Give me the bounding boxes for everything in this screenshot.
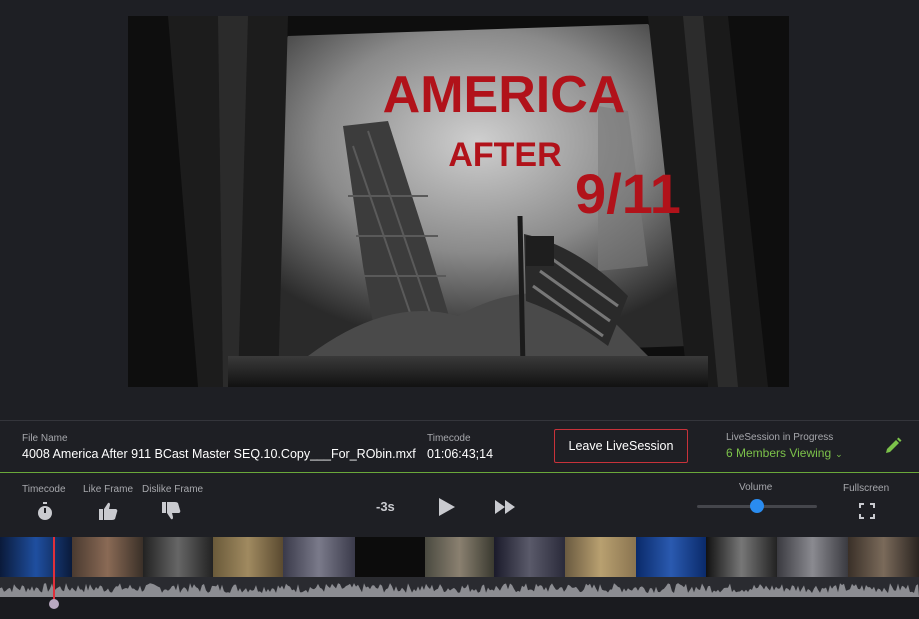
playhead[interactable]: [53, 537, 55, 601]
timeline-thumbnail: [636, 537, 707, 577]
player-controls: Timecode Like Frame Dislike Frame -3s Vo…: [0, 473, 919, 537]
video-still: AMERICA AFTER 9/11: [128, 16, 789, 387]
timeline-thumbnail: [0, 537, 72, 577]
timecode-value: 01:06:43;14: [427, 447, 494, 461]
file-name-label: File Name: [22, 433, 68, 444]
audio-waveform: [0, 577, 919, 597]
stopwatch-icon[interactable]: [36, 502, 54, 522]
play-icon[interactable]: [438, 497, 456, 517]
leave-livesession-button[interactable]: Leave LiveSession: [554, 429, 688, 463]
members-viewing-text: 6 Members Viewing: [726, 446, 832, 460]
timeline-strip[interactable]: [0, 537, 919, 619]
timeline-thumbnail: [354, 537, 425, 577]
timeline-thumbnail: [706, 537, 778, 577]
timeline-thumbnail: [282, 537, 355, 577]
file-name-value: 4008 America After 911 BCast Master SEQ.…: [22, 447, 416, 461]
timecode-control-label: Timecode: [22, 484, 66, 495]
volume-slider-knob[interactable]: [750, 499, 764, 513]
thumbs-down-icon[interactable]: [162, 502, 182, 520]
thumbs-up-icon[interactable]: [99, 502, 119, 520]
session-info-bar: File Name 4008 America After 911 BCast M…: [0, 421, 919, 472]
video-title-line3: 9/11: [575, 162, 681, 225]
timeline-thumbnail: [212, 537, 283, 577]
timeline-thumbnail: [848, 537, 919, 577]
timeline-thumbnail: [424, 537, 495, 577]
chevron-down-icon: ⌄: [835, 449, 843, 459]
volume-label: Volume: [739, 482, 773, 493]
playhead-handle[interactable]: [49, 599, 59, 609]
members-viewing-dropdown[interactable]: 6 Members Viewing ⌄: [726, 446, 843, 460]
skip-back-button[interactable]: -3s: [376, 499, 395, 514]
video-title-line1: AMERICA: [383, 66, 626, 124]
livesession-status-label: LiveSession in Progress: [726, 432, 834, 443]
timecode-label: Timecode: [427, 433, 471, 444]
fullscreen-label: Fullscreen: [843, 483, 890, 494]
timeline-thumbnail: [142, 537, 213, 577]
video-title-line2: AFTER: [448, 136, 561, 174]
like-frame-label: Like Frame: [83, 484, 134, 495]
video-viewer: AMERICA AFTER 9/11: [0, 0, 919, 420]
timeline-thumbnail: [494, 537, 566, 577]
timeline-thumbnail: [777, 537, 849, 577]
dislike-frame-label: Dislike Frame: [142, 484, 204, 495]
video-frame[interactable]: AMERICA AFTER 9/11: [128, 16, 789, 387]
fast-forward-icon[interactable]: [495, 499, 515, 515]
timeline-thumbnail: [565, 537, 637, 577]
pencil-icon[interactable]: [884, 437, 902, 455]
timeline-thumbnail: [71, 537, 143, 577]
thumbnail-filmstrip: [0, 537, 919, 577]
fullscreen-icon[interactable]: [859, 503, 875, 519]
